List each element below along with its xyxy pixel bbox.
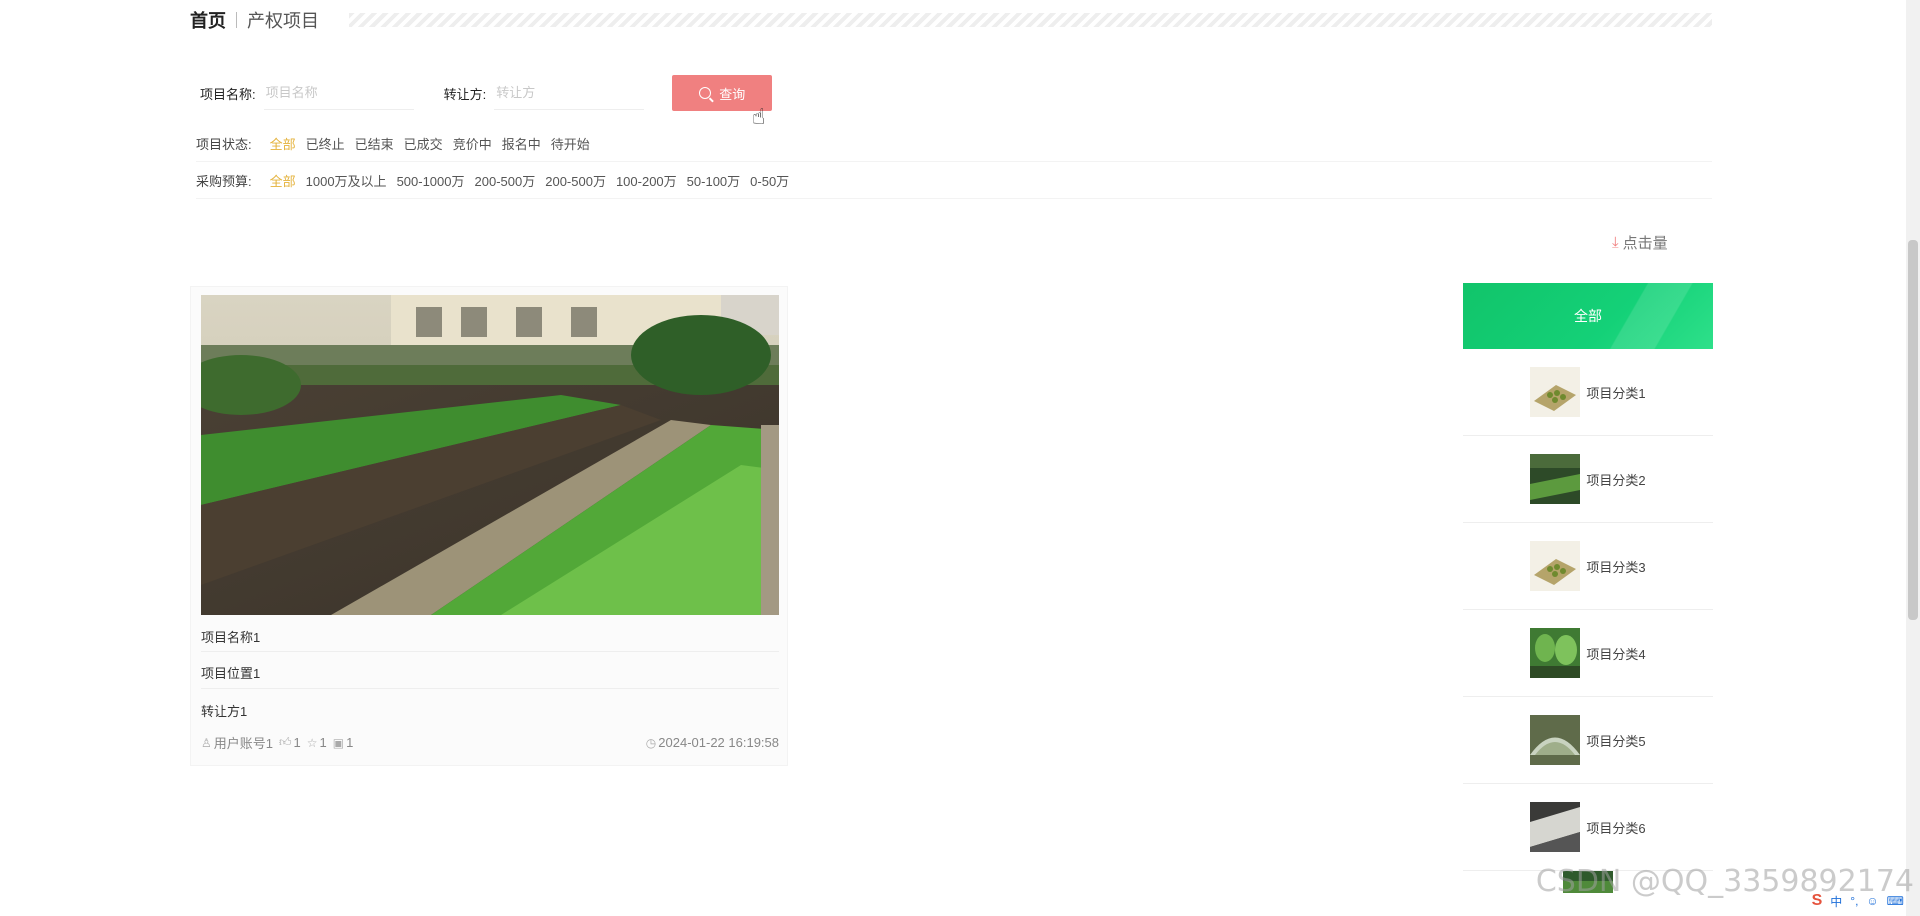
budget-option[interactable]: 全部: [270, 171, 296, 190]
scrollbar-thumb[interactable]: [1908, 240, 1918, 620]
user-icon: ♙: [201, 735, 212, 750]
budget-option[interactable]: 200-500万: [545, 171, 606, 190]
download-arrow-icon: ⤓: [1612, 234, 1619, 251]
card-meta: ♙ 用户账号1 👍︎ 1 ☆ 1 ▣ 1 ◷ 2024-01-22 16:19:…: [201, 733, 779, 752]
status-option[interactable]: 已终止: [306, 134, 345, 153]
card-user: ♙ 用户账号1: [201, 733, 273, 752]
user-name: 用户账号1: [213, 736, 273, 751]
status-option[interactable]: 已成交: [404, 134, 443, 153]
category-label: 项目分类6: [1586, 820, 1646, 836]
category-thumbnail: [1530, 541, 1581, 591]
divider: [201, 688, 779, 689]
breadcrumb-decoration: [349, 13, 1712, 27]
project-location: 项目位置1: [201, 666, 261, 681]
budget-option[interactable]: 100-200万: [616, 171, 677, 190]
budget-filter: 采购预算: 全部 1000万及以上 500-1000万 200-500万 200…: [196, 163, 1712, 199]
card-favorites: ☆ 1: [307, 735, 327, 750]
punctuation-icon: °,: [1850, 894, 1859, 908]
project-card[interactable]: 项目名称1 项目位置1 转让方1 ♙ 用户账号1 👍︎ 1 ☆ 1 ▣ 1 ◷ …: [190, 286, 788, 766]
comments-count: 1: [346, 735, 354, 750]
breadcrumb-home[interactable]: 首页: [190, 7, 226, 33]
category-item[interactable]: 项目分类1: [1463, 349, 1713, 436]
project-name-label: 项目名称:: [200, 86, 256, 102]
breadcrumb-current: 产权项目: [247, 11, 319, 31]
sort-by-clicks[interactable]: ⤓ 点击量: [1612, 232, 1668, 253]
page: 首页 产权项目 项目名称: 转让方: 查询 ☝ 项目状态: 全部 已终止 已结束…: [0, 0, 1920, 916]
category-item[interactable]: 项目分类5: [1463, 697, 1713, 784]
category-all-label: 全部: [1574, 308, 1602, 324]
budget-filter-label: 采购预算:: [196, 174, 252, 189]
category-label: 项目分类2: [1586, 472, 1646, 488]
category-item[interactable]: 项目分类2: [1463, 436, 1713, 523]
publish-time: 2024-01-22 16:19:58: [658, 735, 779, 750]
keyboard-icon: ⌨: [1886, 894, 1904, 908]
card-time: ◷ 2024-01-22 16:19:58: [646, 735, 779, 750]
category-thumbnail: [1530, 715, 1581, 765]
project-image[interactable]: [201, 295, 779, 615]
card-likes: 👍︎ 1: [279, 735, 301, 750]
category-sidebar: 全部 项目分类1 项目分类2 项目分类3 项目分类4 项目分类5 项目分类6: [1463, 283, 1713, 901]
budget-option[interactable]: 0-50万: [750, 171, 789, 190]
category-label: 项目分类1: [1586, 385, 1646, 401]
category-label: 项目分类3: [1586, 559, 1646, 575]
transferor-input[interactable]: [494, 76, 645, 110]
budget-option[interactable]: 200-500万: [475, 171, 536, 190]
category-item[interactable]: 项目分类6: [1463, 784, 1713, 871]
category-thumbnail: [1530, 454, 1581, 504]
status-option[interactable]: 已结束: [355, 134, 394, 153]
ime-language: 中: [1830, 894, 1843, 909]
category-item[interactable]: 项目分类3: [1463, 523, 1713, 610]
project-name: 项目名称1: [201, 630, 261, 645]
emoji-icon: ☺: [1866, 894, 1879, 908]
status-option[interactable]: 待开始: [551, 134, 590, 153]
category-all-button[interactable]: 全部: [1463, 283, 1713, 349]
sort-label: 点击量: [1622, 235, 1668, 252]
divider: [201, 651, 779, 652]
budget-option[interactable]: 1000万及以上: [306, 171, 387, 190]
ime-toolbar[interactable]: S 中 °, ☺ ⌨: [1812, 892, 1904, 910]
status-filter-label: 项目状态:: [196, 137, 252, 152]
vegetable-field-image: [201, 295, 779, 615]
search-button-label: 查询: [719, 86, 746, 102]
breadcrumb: 首页 产权项目: [190, 6, 1712, 34]
breadcrumb-separator: [236, 12, 237, 28]
category-thumbnail: [1530, 367, 1581, 417]
card-comments: ▣ 1: [333, 735, 354, 750]
comment-icon: ▣: [332, 735, 345, 750]
category-thumbnail: [1530, 628, 1581, 678]
category-item[interactable]: 项目分类4: [1463, 610, 1713, 697]
category-label: 项目分类4: [1586, 646, 1646, 662]
search-icon: [699, 87, 712, 99]
category-label: 项目分类5: [1586, 733, 1646, 749]
category-thumbnail: [1530, 802, 1581, 852]
search-bar: 项目名称: 转让方: 查询: [200, 75, 773, 111]
budget-option[interactable]: 500-1000万: [397, 171, 465, 190]
favorites-count: 1: [319, 735, 327, 750]
transferor-label: 转让方:: [443, 86, 487, 102]
scrollbar[interactable]: [1906, 0, 1920, 916]
status-option[interactable]: 全部: [270, 134, 296, 153]
budget-option[interactable]: 50-100万: [687, 171, 740, 190]
thumbs-up-icon: 👍︎: [279, 735, 292, 749]
status-filter: 项目状态: 全部 已终止 已结束 已成交 竞价中 报名中 待开始: [196, 126, 1712, 162]
star-icon: ☆: [306, 735, 318, 750]
status-option[interactable]: 报名中: [502, 134, 541, 153]
project-name-input[interactable]: [263, 76, 414, 110]
project-transferor: 转让方1: [201, 704, 248, 719]
sogou-icon: S: [1811, 892, 1823, 909]
likes-count: 1: [293, 735, 301, 750]
status-option[interactable]: 竞价中: [453, 134, 492, 153]
clock-icon: ◷: [645, 735, 657, 750]
